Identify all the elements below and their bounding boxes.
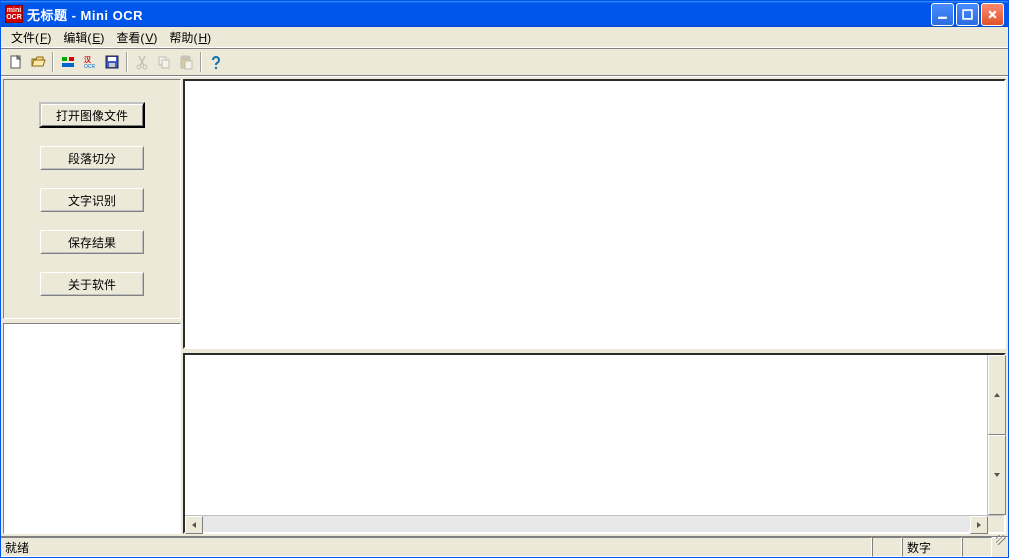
maximize-button[interactable] <box>956 3 979 26</box>
status-ready: 就绪 <box>1 537 872 557</box>
recognize-button[interactable]: 文字识别 <box>40 188 144 212</box>
preview-panel <box>3 323 181 534</box>
status-num: 数字 <box>902 537 962 557</box>
app-icon: miniOCR <box>5 5 23 23</box>
toolbar-save-icon[interactable] <box>101 51 123 73</box>
button-panel: 打开图像文件 段落切分 文字识别 保存结果 关于软件 <box>3 79 181 319</box>
toolbar-lang-icon[interactable] <box>57 51 79 73</box>
menu-bar: 文件(F) 编辑(E) 查看(V) 帮助(H) <box>1 27 1008 48</box>
segment-button[interactable]: 段落切分 <box>40 146 144 170</box>
toolbar-new-icon[interactable] <box>5 51 27 73</box>
main-area: 打开图像文件 段落切分 文字识别 保存结果 关于软件 <box>1 76 1008 536</box>
toolbar-ocr-icon[interactable]: 汉OCR <box>79 51 101 73</box>
scroll-left-icon[interactable] <box>185 516 203 534</box>
horizontal-scrollbar[interactable] <box>185 515 1004 532</box>
toolbar-paste-icon[interactable] <box>175 51 197 73</box>
image-view[interactable] <box>183 79 1006 349</box>
title-bar[interactable]: miniOCR 无标题 - Mini OCR <box>1 1 1008 27</box>
menu-view[interactable]: 查看(V) <box>110 27 163 48</box>
window-title: 无标题 - Mini OCR <box>27 5 143 24</box>
scroll-corner <box>988 516 1004 532</box>
scroll-track-h[interactable] <box>203 516 970 532</box>
status-pane-2 <box>962 537 992 557</box>
svg-text:汉: 汉 <box>84 55 92 64</box>
toolbar: 汉OCR <box>1 48 1008 76</box>
open-image-button[interactable]: 打开图像文件 <box>39 102 145 128</box>
close-button[interactable] <box>981 3 1004 26</box>
right-panels <box>183 79 1006 534</box>
text-output[interactable] <box>185 355 987 515</box>
status-pane-1 <box>872 537 902 557</box>
menu-help[interactable]: 帮助(H) <box>163 27 217 48</box>
vertical-scrollbar[interactable] <box>987 355 1004 515</box>
toolbar-about-icon[interactable] <box>205 51 227 73</box>
menu-edit[interactable]: 编辑(E) <box>57 27 110 48</box>
about-button[interactable]: 关于软件 <box>40 272 144 296</box>
app-window: miniOCR 无标题 - Mini OCR 文件(F) 编辑(E) 查看(V)… <box>0 0 1009 558</box>
menu-file[interactable]: 文件(F) <box>5 27 57 48</box>
scroll-right-icon[interactable] <box>970 516 988 534</box>
save-result-button[interactable]: 保存结果 <box>40 230 144 254</box>
toolbar-cut-icon[interactable] <box>131 51 153 73</box>
scroll-up-icon[interactable] <box>988 355 1006 435</box>
sidebar: 打开图像文件 段落切分 文字识别 保存结果 关于软件 <box>1 77 183 536</box>
toolbar-copy-icon[interactable] <box>153 51 175 73</box>
minimize-button[interactable] <box>931 3 954 26</box>
toolbar-open-icon[interactable] <box>27 51 49 73</box>
svg-text:OCR: OCR <box>84 64 96 70</box>
status-bar: 就绪 数字 <box>1 536 1008 557</box>
scroll-down-icon[interactable] <box>988 435 1006 515</box>
text-output-panel <box>183 353 1006 534</box>
